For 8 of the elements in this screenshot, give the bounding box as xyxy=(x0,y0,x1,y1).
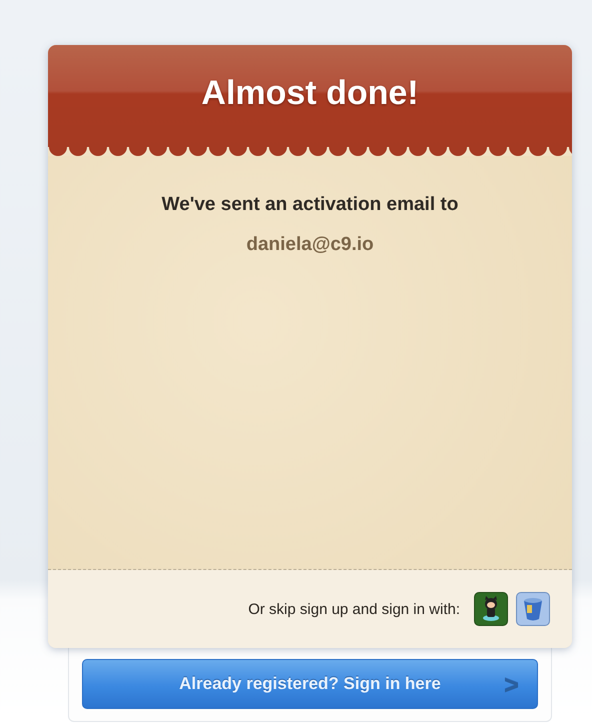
signin-button[interactable]: Already registered? Sign in here > xyxy=(82,658,538,708)
email-address: daniela@c9.io xyxy=(246,234,374,256)
card-title: Almost done! xyxy=(201,74,419,112)
bucket-icon xyxy=(521,596,545,622)
activation-message: We've sent an activation email to xyxy=(162,194,458,216)
alternative-signin-text: Or skip sign up and sign in with: xyxy=(248,600,460,618)
signin-provider-button[interactable] xyxy=(474,592,508,626)
chevron-icon: > xyxy=(504,670,519,700)
